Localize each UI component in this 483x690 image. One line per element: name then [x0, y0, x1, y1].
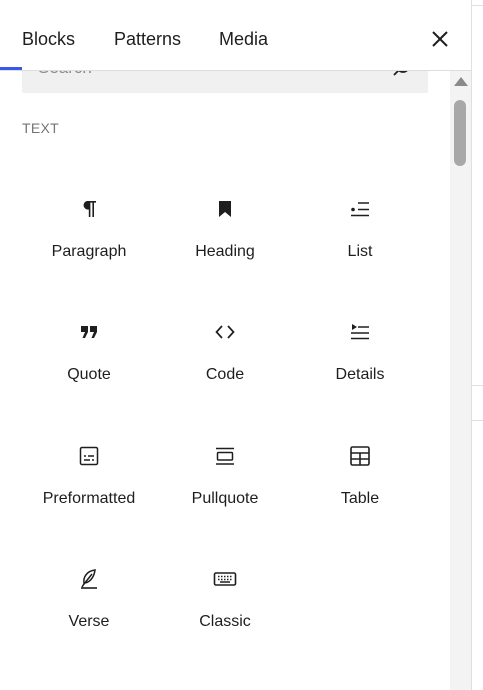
inserter-tabs: Blocks Patterns Media — [0, 0, 471, 71]
list-icon — [351, 202, 369, 217]
scroll-up-arrow-icon[interactable] — [454, 77, 468, 86]
block-label: Details — [335, 366, 385, 383]
block-label: Paragraph — [51, 243, 127, 260]
paragraph-icon — [83, 201, 96, 217]
details-icon — [351, 324, 369, 340]
inserter-content: Search TEXT Paragraph Heading L — [0, 70, 450, 690]
block-verse[interactable]: Verse — [24, 547, 154, 637]
pullquote-icon — [216, 447, 234, 465]
block-label: Classic — [199, 613, 251, 630]
block-details[interactable]: Details — [295, 300, 425, 390]
active-tab-indicator — [0, 67, 22, 70]
block-paragraph[interactable]: Paragraph — [24, 177, 154, 267]
preformatted-icon — [79, 446, 99, 466]
tab-media[interactable]: Media — [219, 27, 268, 51]
quote-icon — [81, 326, 97, 338]
block-inserter-panel: Blocks Patterns Media Search TEXT Paragr… — [0, 0, 472, 690]
close-button[interactable] — [428, 27, 452, 51]
search-input[interactable]: Search — [22, 70, 428, 93]
scrollbar-thumb[interactable] — [454, 100, 466, 166]
divider — [472, 420, 483, 421]
tab-patterns[interactable]: Patterns — [114, 27, 181, 51]
divider — [472, 5, 483, 6]
block-list[interactable]: List — [295, 177, 425, 267]
block-label: Code — [205, 366, 245, 383]
block-label: Heading — [195, 243, 255, 260]
block-label: Verse — [68, 613, 110, 630]
keyboard-icon — [213, 572, 237, 586]
category-heading: TEXT — [22, 120, 59, 136]
block-label: Pullquote — [191, 490, 259, 507]
table-icon — [350, 446, 370, 466]
block-table[interactable]: Table — [295, 424, 425, 514]
divider — [472, 385, 483, 386]
bookmark-icon — [219, 201, 231, 217]
block-code[interactable]: Code — [160, 300, 290, 390]
block-classic[interactable]: Classic — [160, 547, 290, 637]
search-icon — [393, 70, 409, 76]
feather-icon — [81, 569, 97, 589]
code-icon — [215, 325, 235, 339]
block-pullquote[interactable]: Pullquote — [160, 424, 290, 514]
scrollbar[interactable] — [450, 70, 471, 690]
block-preformatted[interactable]: Preformatted — [24, 424, 154, 514]
block-label: List — [347, 243, 373, 260]
block-label: Table — [340, 490, 380, 507]
block-heading[interactable]: Heading — [160, 177, 290, 267]
block-label: Quote — [67, 366, 111, 383]
search-placeholder: Search — [38, 70, 92, 78]
close-icon — [432, 31, 448, 47]
editor-canvas-edge — [472, 0, 483, 690]
tab-blocks[interactable]: Blocks — [22, 27, 75, 51]
block-quote[interactable]: Quote — [24, 300, 154, 390]
block-label: Preformatted — [42, 490, 136, 507]
